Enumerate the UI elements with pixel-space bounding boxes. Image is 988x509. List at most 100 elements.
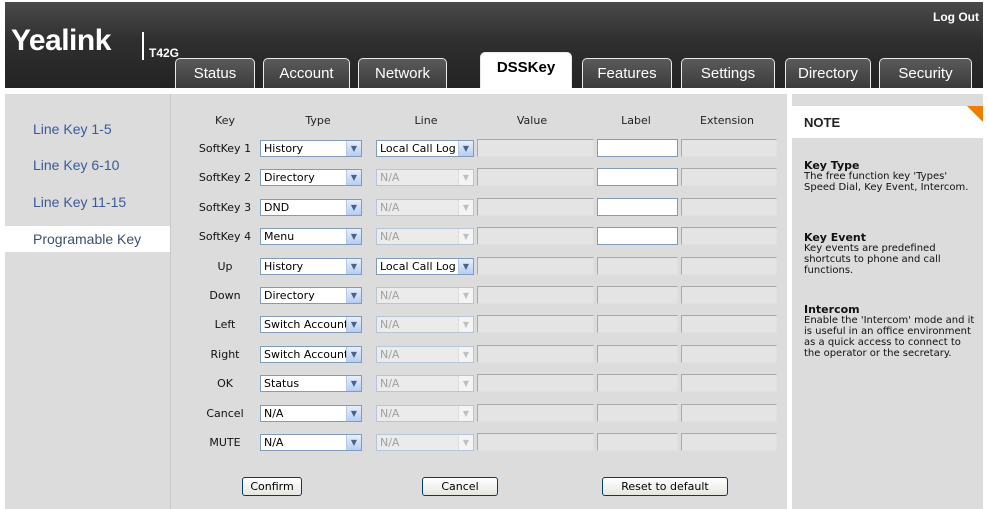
note-text: Key events are predefined shortcuts to p… xyxy=(804,243,941,276)
chevron-down-icon: ▼ xyxy=(346,435,361,450)
type-select[interactable]: History ▼ xyxy=(260,258,362,275)
type-select[interactable]: Status ▼ xyxy=(260,375,362,392)
value-field xyxy=(477,139,594,157)
extension-field xyxy=(681,315,777,333)
label-field[interactable] xyxy=(597,168,678,186)
line-select: N/A ▼ xyxy=(376,375,474,392)
column-header-type: Type xyxy=(305,114,331,127)
header-bar: Yealink T42G Log Out Status Account Netw… xyxy=(5,2,983,92)
type-select-value: DND xyxy=(264,201,290,214)
extension-field xyxy=(681,227,777,245)
sidebar-item-line-key-6-10[interactable]: Line Key 6-10 xyxy=(5,152,170,178)
line-select: N/A ▼ xyxy=(376,316,474,333)
type-select-value: N/A xyxy=(264,436,284,449)
type-select[interactable]: Switch Account ▼ xyxy=(260,316,362,333)
chevron-down-icon: ▼ xyxy=(346,406,361,421)
extension-field xyxy=(681,139,777,157)
label-field[interactable] xyxy=(597,227,678,245)
type-select-value: Switch Account xyxy=(264,318,349,331)
type-select[interactable]: Menu ▼ xyxy=(260,228,362,245)
cancel-button[interactable]: Cancel xyxy=(422,477,498,496)
extension-field xyxy=(681,433,777,451)
chevron-down-icon: ▼ xyxy=(458,376,473,391)
note-corner-marker xyxy=(967,106,983,122)
chevron-down-icon: ▼ xyxy=(458,170,473,185)
label-field xyxy=(597,257,678,275)
line-select-value: N/A xyxy=(380,230,400,243)
line-select-value: Local Call Log xyxy=(380,142,456,155)
line-select-value: N/A xyxy=(380,201,400,214)
type-select[interactable]: Switch Account ▼ xyxy=(260,346,362,363)
chevron-down-icon: ▼ xyxy=(458,229,473,244)
sidebar-item-programable-key[interactable]: Programable Key xyxy=(5,226,170,252)
key-name: MUTE xyxy=(209,436,241,449)
note-title: NOTE xyxy=(792,106,983,138)
line-select[interactable]: Local Call Log ▼ xyxy=(376,258,474,275)
value-field xyxy=(477,345,594,363)
note-section-key-event: Key Event Key events are predefined shor… xyxy=(804,232,978,276)
type-select[interactable]: DND ▼ xyxy=(260,199,362,216)
tab-security[interactable]: Security xyxy=(879,58,972,88)
sidebar-item-line-key-1-5[interactable]: Line Key 1-5 xyxy=(5,116,170,142)
type-select[interactable]: N/A ▼ xyxy=(260,434,362,451)
type-select[interactable]: Directory ▼ xyxy=(260,287,362,304)
line-select: N/A ▼ xyxy=(376,199,474,216)
line-select-value: N/A xyxy=(380,318,400,331)
chevron-down-icon: ▼ xyxy=(346,347,361,362)
type-select[interactable]: N/A ▼ xyxy=(260,405,362,422)
label-field[interactable] xyxy=(597,198,678,216)
tab-network[interactable]: Network xyxy=(358,58,447,88)
type-select-value: History xyxy=(264,260,304,273)
tab-dsskey[interactable]: DSSKey xyxy=(480,52,572,92)
label-field xyxy=(597,404,678,422)
chevron-down-icon: ▼ xyxy=(458,347,473,362)
chevron-down-icon: ▼ xyxy=(346,170,361,185)
label-field xyxy=(597,374,678,392)
type-select-value: Menu xyxy=(264,230,295,243)
line-select-value: N/A xyxy=(380,289,400,302)
note-section-key-type: Key Type The free function key 'Types' S… xyxy=(804,160,978,193)
value-field xyxy=(477,257,594,275)
confirm-button[interactable]: Confirm xyxy=(242,477,302,496)
extension-field xyxy=(681,286,777,304)
programable-key-panel: Key Type Line Value Label Extension Soft… xyxy=(170,94,787,509)
line-select-value: N/A xyxy=(380,436,400,449)
key-name: OK xyxy=(217,377,233,390)
line-select: N/A ▼ xyxy=(376,405,474,422)
note-text: The free function key 'Types' Speed Dial… xyxy=(804,171,969,193)
type-select[interactable]: Directory ▼ xyxy=(260,169,362,186)
model-name: T42G xyxy=(149,46,180,60)
label-field[interactable] xyxy=(597,139,678,157)
label-field xyxy=(597,433,678,451)
sidebar: Line Key 1-5 Line Key 6-10 Line Key 11-1… xyxy=(5,94,170,509)
note-heading: Intercom xyxy=(804,303,860,316)
line-select-value: N/A xyxy=(380,171,400,184)
extension-field xyxy=(681,257,777,275)
logout-link[interactable]: Log Out xyxy=(933,10,979,24)
chevron-down-icon: ▼ xyxy=(458,259,473,274)
value-field xyxy=(477,315,594,333)
chevron-down-icon: ▼ xyxy=(458,435,473,450)
key-name: Up xyxy=(217,260,233,273)
tab-status[interactable]: Status xyxy=(175,58,255,88)
line-select-value: Local Call Log xyxy=(380,260,456,273)
type-select[interactable]: History ▼ xyxy=(260,140,362,157)
label-field xyxy=(597,286,678,304)
sidebar-item-line-key-11-15[interactable]: Line Key 11-15 xyxy=(5,189,170,215)
column-header-label: Label xyxy=(621,114,651,127)
tab-features[interactable]: Features xyxy=(582,58,672,88)
line-select: N/A ▼ xyxy=(376,287,474,304)
line-select[interactable]: Local Call Log ▼ xyxy=(376,140,474,157)
value-field xyxy=(477,374,594,392)
value-field xyxy=(477,168,594,186)
type-select-value: Status xyxy=(264,377,300,390)
value-field xyxy=(477,227,594,245)
chevron-down-icon: ▼ xyxy=(346,259,361,274)
label-field xyxy=(597,315,678,333)
reset-to-default-button[interactable]: Reset to default xyxy=(602,477,728,496)
tab-directory[interactable]: Directory xyxy=(785,58,871,88)
chevron-down-icon: ▼ xyxy=(458,141,473,156)
tab-account[interactable]: Account xyxy=(263,58,350,88)
tab-settings[interactable]: Settings xyxy=(681,58,775,88)
column-header-key: Key xyxy=(215,114,235,127)
